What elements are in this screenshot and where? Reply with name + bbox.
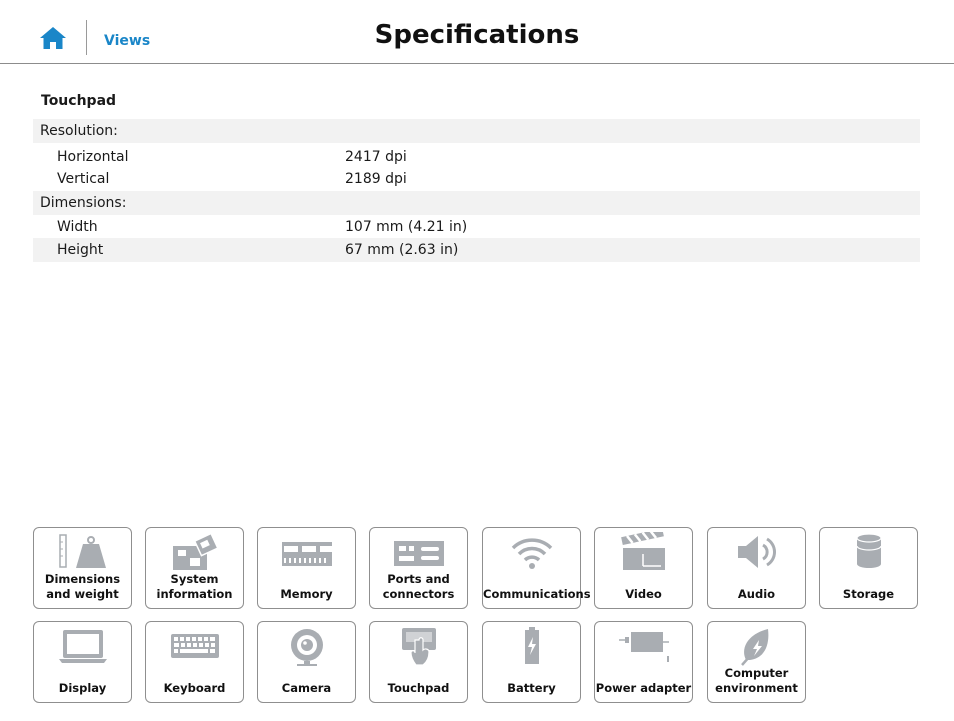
tile-video[interactable]: Video: [594, 527, 693, 609]
speaker-icon: [738, 536, 777, 568]
spec-label: Horizontal: [57, 149, 129, 165]
tile-label: Touchpad: [387, 681, 450, 695]
tile-label: Display: [58, 681, 107, 695]
touchpad-icon: [402, 628, 436, 666]
tile-audio[interactable]: Audio: [707, 527, 806, 609]
tile-label: Video: [625, 587, 662, 601]
spec-row: Dimensions:: [33, 191, 920, 215]
tile-label: Camera: [281, 681, 332, 695]
spec-label: Resolution:: [40, 123, 118, 139]
tile-label: Memory: [280, 587, 333, 601]
spec-value: 107 mm (4.21 in): [345, 219, 468, 235]
tile-label: Dimensions and weight: [44, 572, 121, 601]
keyboard-icon: [171, 634, 219, 658]
tile-label: Storage: [842, 587, 895, 601]
power-adapter-icon: [619, 632, 669, 662]
tile-display[interactable]: Display: [33, 621, 132, 703]
tile-keyboard[interactable]: Keyboard: [145, 621, 244, 703]
spec-row: Resolution:: [33, 119, 920, 143]
tile-memory[interactable]: Memory: [257, 527, 356, 609]
ports-icon: [394, 541, 444, 566]
page-title: Specifications: [374, 20, 580, 50]
tile-ports-and-connectors[interactable]: Ports and connectors: [369, 527, 468, 609]
storage-icon: [856, 533, 882, 568]
tile-storage[interactable]: Storage: [819, 527, 918, 609]
tile-label: Ports and connectors: [382, 572, 455, 601]
weight-icon: [59, 534, 106, 568]
spec-row: Vertical 2189 dpi: [33, 167, 920, 191]
spec-value: 67 mm (2.63 in): [345, 242, 459, 258]
tile-label: Battery: [507, 681, 556, 695]
tile-label: Communications: [483, 587, 591, 601]
tile-battery[interactable]: Battery: [482, 621, 581, 703]
spec-value: 2417 dpi: [345, 149, 407, 165]
webcam-icon: [291, 629, 323, 666]
tile-camera[interactable]: Camera: [257, 621, 356, 703]
tile-power-adapter[interactable]: Power adapter: [594, 621, 693, 703]
laptop-icon: [59, 630, 107, 663]
spec-value: 2189 dpi: [345, 171, 407, 187]
header-bar: Views Specifications: [0, 0, 954, 64]
tile-system-information[interactable]: System information: [145, 527, 244, 609]
tile-communications[interactable]: Communications: [482, 527, 591, 609]
spec-label: Width: [57, 219, 98, 235]
spec-label: Vertical: [57, 171, 110, 187]
tile-label: Computer environment: [715, 666, 798, 695]
tile-dimensions-and-weight[interactable]: Dimensions and weight: [33, 527, 132, 609]
tile-label: Keyboard: [163, 681, 226, 695]
tile-touchpad[interactable]: Touchpad: [369, 621, 468, 703]
tile-label: System information: [156, 572, 233, 601]
memory-icon: [282, 542, 332, 566]
leaf-icon: [741, 629, 769, 666]
clapperboard-icon: [621, 532, 665, 570]
spec-row: Height 67 mm (2.63 in): [33, 238, 920, 262]
tile-label: Audio: [737, 587, 776, 601]
tile-label: Power adapter: [595, 681, 692, 695]
wifi-icon: [511, 538, 553, 569]
motherboard-icon: [173, 532, 219, 570]
spec-row: Width 107 mm (4.21 in): [33, 215, 920, 239]
tile-computer-environment[interactable]: Computer environment: [707, 621, 806, 703]
spec-label: Height: [57, 242, 104, 258]
battery-icon: [525, 627, 539, 664]
spec-label: Dimensions:: [40, 195, 127, 211]
spec-row: Horizontal 2417 dpi: [33, 145, 920, 169]
section-title: Touchpad: [41, 93, 117, 109]
